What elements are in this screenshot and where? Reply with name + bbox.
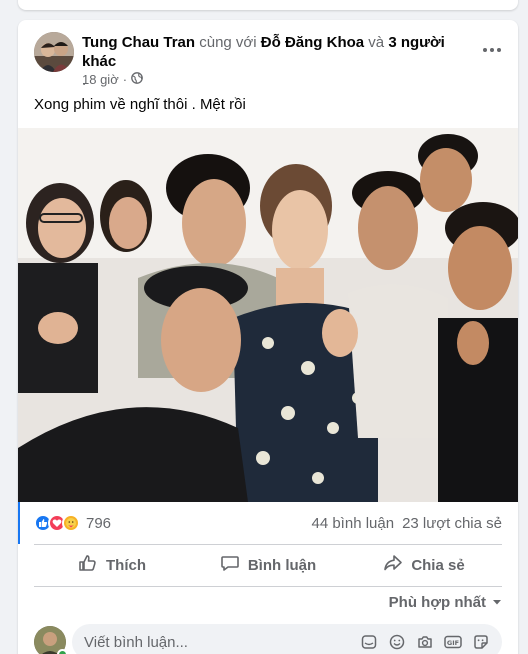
- caret-down-icon: [492, 594, 502, 611]
- previous-post-card: [18, 0, 518, 10]
- comment-count[interactable]: 44 bình luận: [311, 515, 394, 532]
- globe-icon[interactable]: [131, 72, 143, 87]
- gif-icon[interactable]: GIF: [444, 633, 462, 651]
- comment-button[interactable]: Bình luận: [190, 545, 346, 585]
- more-dot: [483, 48, 487, 52]
- comment-sort-dropdown[interactable]: Phù hợp nhất: [389, 594, 502, 611]
- reaction-stats: 796 44 bình luận 23 lượt chia sẻ: [18, 502, 518, 544]
- post-text: Xong phim về nghĩ thôi . Mệt rồi: [34, 96, 246, 113]
- camera-icon[interactable]: [416, 633, 434, 651]
- comment-composer: GIF: [34, 622, 502, 654]
- thumbs-up-icon: [78, 553, 98, 577]
- reaction-count[interactable]: 796: [86, 515, 111, 532]
- sticker-face-icon[interactable]: [472, 633, 490, 651]
- sticker-icon[interactable]: [360, 633, 378, 651]
- care-icon: [62, 514, 80, 532]
- share-label: Chia sẻ: [411, 556, 465, 574]
- more-dot: [497, 48, 501, 52]
- more-options-button[interactable]: [478, 38, 506, 62]
- current-user-avatar[interactable]: [34, 626, 68, 654]
- post-card: Tung Chau Tran cùng với Đỗ Đăng Khoa và …: [18, 20, 518, 654]
- emoji-icon[interactable]: [388, 633, 406, 651]
- post-meta: 18 giờ ·: [82, 72, 143, 87]
- and-text: và: [368, 34, 385, 51]
- post-header: Tung Chau Tran cùng với Đỗ Đăng Khoa và …: [18, 20, 518, 90]
- like-button[interactable]: Thích: [34, 545, 190, 585]
- comment-input-box[interactable]: GIF: [72, 624, 502, 654]
- divider: [34, 586, 502, 587]
- online-status-indicator: [57, 649, 68, 654]
- share-count[interactable]: 23 lượt chia sẻ: [402, 515, 502, 532]
- sort-label: Phù hợp nhất: [388, 594, 486, 611]
- author-name[interactable]: Tung Chau Tran: [82, 34, 195, 51]
- share-arrow-icon: [383, 553, 403, 577]
- share-button[interactable]: Chia sẻ: [346, 545, 502, 585]
- comment-input[interactable]: [84, 633, 360, 651]
- engagement-counts: 44 bình luận 23 lượt chia sẻ: [311, 515, 502, 532]
- comment-input-tools: GIF: [360, 633, 490, 651]
- author-avatar[interactable]: [34, 32, 74, 72]
- reaction-summary[interactable]: 796: [34, 514, 111, 532]
- more-dot: [490, 48, 494, 52]
- post-time[interactable]: 18 giờ: [82, 72, 119, 87]
- with-text: cùng với: [199, 34, 257, 51]
- svg-text:GIF: GIF: [447, 639, 459, 647]
- post-photo[interactable]: [18, 128, 518, 502]
- comment-bubble-icon: [220, 553, 240, 577]
- tagged-user[interactable]: Đỗ Đăng Khoa: [261, 34, 364, 51]
- comment-label: Bình luận: [247, 556, 317, 574]
- like-label: Thích: [106, 556, 146, 574]
- action-bar: Thích Bình luận Chia sẻ: [34, 545, 502, 585]
